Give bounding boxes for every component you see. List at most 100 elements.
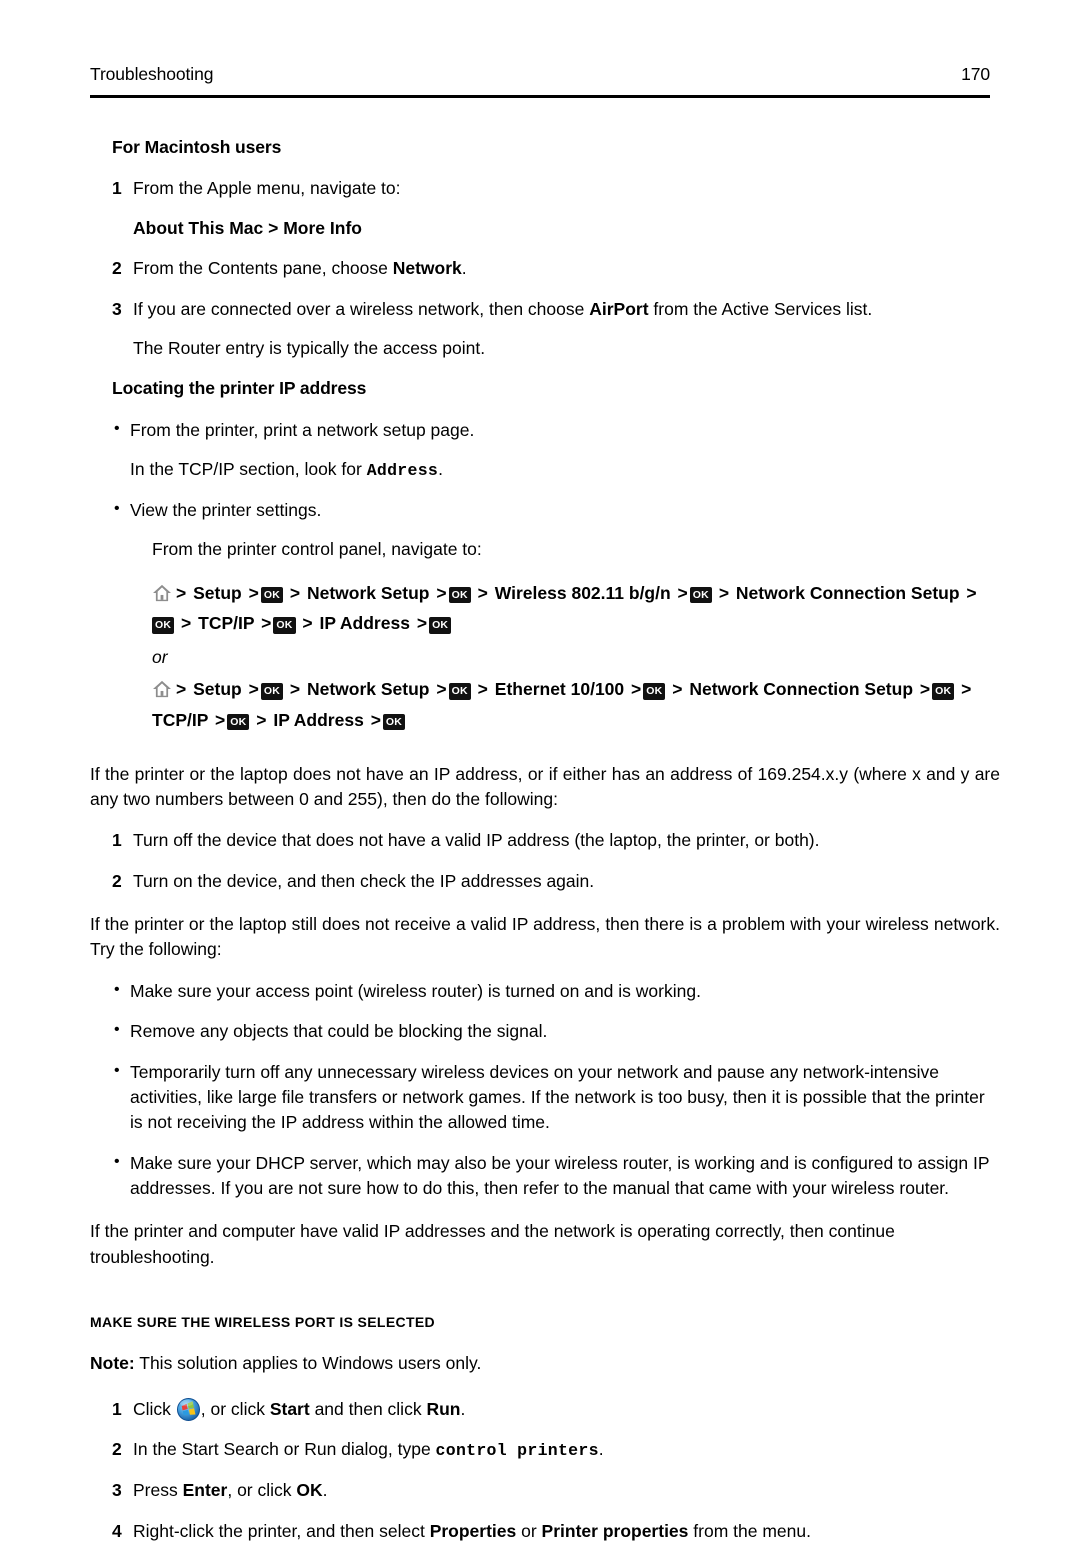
path-item-setup: Setup	[193, 582, 242, 603]
step-text-post: from the Active Services list.	[648, 298, 873, 319]
step-text: Turn on the device, and then check the I…	[133, 870, 595, 891]
document-page: Troubleshooting 170 For Macintosh users …	[0, 0, 1080, 1541]
path-item-ip-address: IP Address	[273, 709, 364, 730]
step-text-mid2: and then click	[309, 1398, 427, 1419]
windows-steps-list: 1 Click , or click Start and then click …	[90, 1397, 1000, 1544]
step-text-mid: , or click	[200, 1398, 270, 1419]
heading-locating-printer-ip-address: Locating the printer IP address	[112, 378, 367, 399]
step-number: 2	[112, 870, 122, 891]
list-item: 2 From the Contents pane, choose Network…	[90, 256, 1000, 281]
locating-ip-bullet-list: From the printer, print a network setup …	[90, 417, 1000, 563]
path-item-network-connection-setup: Network Connection Setup	[689, 679, 914, 700]
path-separator-4: >	[477, 582, 488, 603]
step-text-post: .	[598, 1439, 604, 1460]
bullet-text: View the printer settings.	[130, 499, 322, 520]
path-separator-9: >	[214, 709, 226, 730]
list-item: 3 If you are connected over a wireless n…	[90, 297, 1000, 362]
step-number: 4	[112, 1520, 122, 1541]
paragraph-continue-troubleshooting: If the printer and computer have valid I…	[90, 1221, 895, 1267]
step-text-bold-start: Start	[269, 1398, 310, 1419]
list-item: 1 From the Apple menu, navigate to: Abou…	[90, 176, 1000, 241]
step-text-bold-enter: Enter	[182, 1480, 228, 1501]
header-page-number: 170	[961, 64, 990, 84]
path-separator-0: >	[176, 679, 187, 700]
path-separator-8: >	[181, 613, 192, 634]
ok-key-icon-6: OK	[382, 713, 406, 731]
step-text-mid: , or click	[227, 1480, 297, 1501]
ok-key-icon-3: OK	[643, 683, 666, 700]
path-separator-8: >	[961, 679, 972, 700]
step-text-bold-properties: Properties	[429, 1520, 517, 1541]
step-text-bold: AirPort	[589, 298, 649, 319]
bullet-text: Temporarily turn off any unnecessary wir…	[130, 1061, 985, 1133]
path-item-network-connection-setup: Network Connection Setup	[735, 582, 960, 603]
step-text-post: .	[322, 1480, 328, 1501]
step-text-bold-ok: OK	[296, 1480, 323, 1501]
windows-start-orb-icon[interactable]	[176, 1397, 200, 1421]
path-item-network-setup: Network Setup	[306, 582, 430, 603]
step-text-pre: Press	[133, 1480, 183, 1501]
list-item: 1 Click , or click Start and then click …	[90, 1397, 1000, 1422]
heading-make-sure-wireless-port-selected: Make sure the wireless port is selected	[90, 1314, 436, 1331]
step-sub-text: The Router entry is typically the access…	[133, 337, 486, 358]
ok-key-icon-4: OK	[932, 683, 955, 700]
list-item: Make sure your DHCP server, which may al…	[90, 1150, 1000, 1202]
path-separator-1: >	[248, 679, 259, 700]
navigation-path-wireless: > Setup > OK > Network Setup > OK > Wirele…	[152, 578, 1000, 639]
step-text-pre: From the Contents pane, choose	[133, 258, 393, 279]
list-item: View the printer settings. From the prin…	[90, 497, 1000, 563]
step-text-pre: Click	[133, 1398, 176, 1419]
path-separator-1: >	[248, 582, 259, 603]
list-item: 4 Right-click the printer, and then sele…	[90, 1519, 1000, 1544]
list-item: From the printer, print a network setup …	[90, 417, 1000, 483]
step-number: 1	[112, 1398, 122, 1419]
note-label: Note:	[90, 1353, 135, 1374]
sub-text-pre: In the TCP/IP section, look for	[130, 459, 367, 479]
ok-key-icon-2: OK	[448, 586, 471, 604]
path-separator-6: >	[718, 582, 730, 603]
ok-key-icon-1: OK	[260, 586, 283, 604]
list-item: 3 Press Enter, or click OK.	[90, 1478, 1000, 1503]
wireless-troubleshoot-bullet-list: Make sure your access point (wireless ro…	[90, 978, 1000, 1202]
note-windows-only: Note: This solution applies to Windows u…	[90, 1351, 1000, 1376]
path-separator-3: >	[436, 582, 447, 603]
ok-key-icon-6: OK	[429, 617, 452, 634]
home-icon	[152, 677, 172, 698]
bullet-text: Make sure your access point (wireless ro…	[130, 980, 701, 1001]
ip-steps-list: 1 Turn off the device that does not have…	[90, 828, 1000, 894]
ok-key-icon-2: OK	[448, 683, 471, 700]
bullet-sub-text: From the printer control panel, navigate…	[152, 539, 482, 560]
path-separator-9: >	[261, 613, 272, 634]
page-header: Troubleshooting 170	[90, 64, 990, 85]
path-separator-10: >	[256, 709, 267, 730]
step-number: 1	[112, 178, 122, 199]
list-item: Temporarily turn off any unnecessary wir…	[90, 1059, 1000, 1136]
path-separator-4: >	[477, 679, 488, 700]
path-separator-5: >	[631, 679, 642, 700]
step-text-pre: Right-click the printer, and then select	[133, 1520, 430, 1541]
list-item: 2 Turn on the device, and then check the…	[90, 869, 1000, 894]
heading-for-macintosh-users: For Macintosh users	[112, 137, 282, 157]
ok-key-icon-5: OK	[273, 617, 296, 634]
path-item-ip-address: IP Address	[319, 613, 410, 634]
step-text-post: .	[460, 1398, 466, 1419]
path-separator-2: >	[289, 582, 301, 603]
step-number: 2	[112, 258, 122, 279]
step-number: 3	[112, 298, 122, 319]
paragraph-ip-address-check: If the printer or the laptop does not ha…	[90, 763, 1000, 809]
list-item: 2 In the Start Search or Run dialog, typ…	[90, 1437, 1000, 1463]
step-text-bold-printer-properties: Printer properties	[541, 1520, 689, 1541]
list-item: Remove any objects that could be blockin…	[90, 1018, 1000, 1044]
bullet-text: Remove any objects that could be blockin…	[130, 1021, 548, 1042]
path-separator-11: >	[416, 613, 428, 634]
step-text-command: control printers	[435, 1441, 599, 1461]
step-number: 1	[112, 830, 122, 851]
path-item-network-setup: Network Setup	[306, 679, 430, 700]
path-separator-7: >	[966, 582, 977, 603]
sub-text-post: .	[438, 459, 443, 479]
ok-key-icon-1: OK	[260, 683, 283, 700]
step-number: 3	[112, 1480, 122, 1501]
step-text-bold: Network	[392, 258, 462, 279]
path-separator-11: >	[370, 709, 381, 730]
path-item-tcpip: TCP/IP	[152, 709, 209, 730]
